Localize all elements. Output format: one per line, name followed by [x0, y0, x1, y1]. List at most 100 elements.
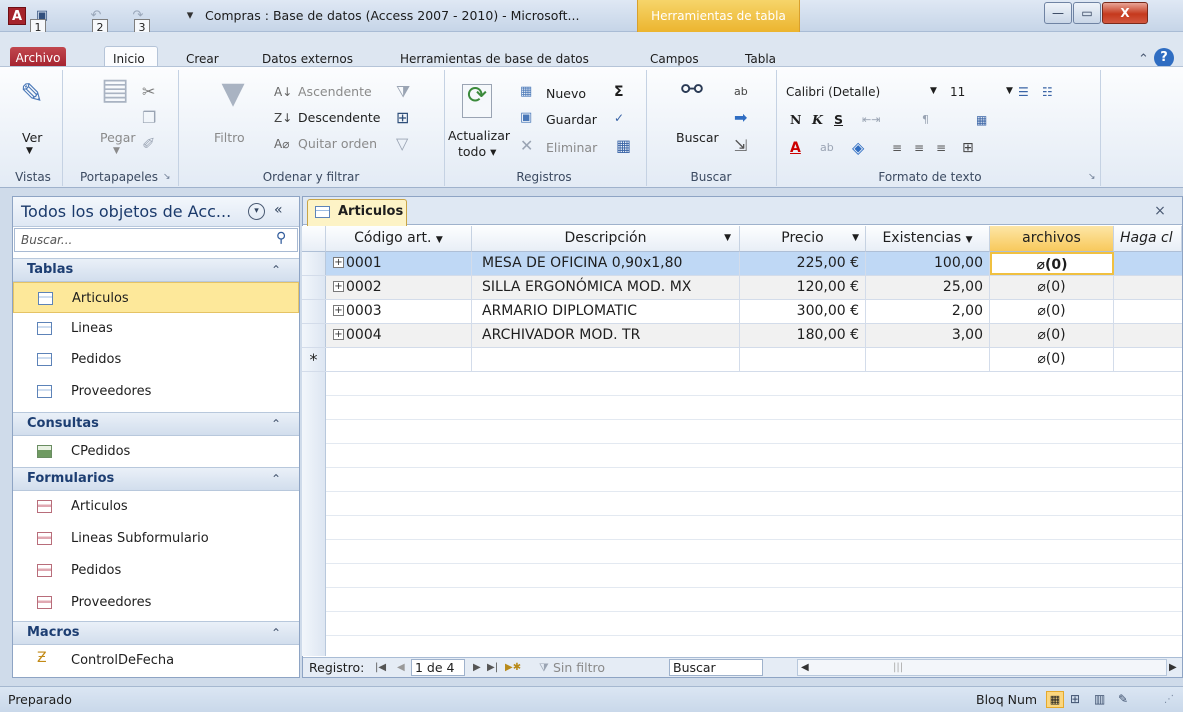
nav-category-macros[interactable]: Macros ⌃ — [13, 621, 299, 645]
next-record-icon[interactable]: ▶ — [473, 658, 481, 677]
fill-color-icon[interactable]: ◈ — [852, 138, 864, 158]
copy-icon[interactable]: ❐ — [142, 108, 156, 128]
customize-qat-icon[interactable]: ▾ — [182, 8, 198, 24]
pivotchart-view-icon[interactable]: ▥ — [1094, 687, 1105, 712]
cell-precio[interactable] — [740, 348, 866, 371]
cell-precio[interactable]: 180,00 € — [740, 324, 866, 347]
sort-descending-icon[interactable]: Z↓ — [274, 108, 292, 128]
cell-codigo[interactable]: 0004 — [336, 324, 472, 347]
paste-icon[interactable]: ▤ — [98, 75, 132, 118]
actualizar-todo-label[interactable]: todo ▾ — [458, 144, 496, 159]
totals-icon[interactable]: Σ — [614, 82, 624, 102]
close-document-icon[interactable]: × — [1150, 201, 1170, 221]
table-row[interactable]: + 0001 MESA DE OFICINA 0,90x1,80 225,00 … — [302, 252, 1182, 276]
nav-category-formularios[interactable]: Formularios ⌃ — [13, 467, 299, 491]
view-icon[interactable]: ✎ — [16, 80, 48, 118]
cell-descripcion[interactable]: MESA DE OFICINA 0,90x1,80 — [472, 252, 740, 275]
column-dropdown-icon[interactable]: ▼ — [966, 235, 973, 245]
cell-precio[interactable]: 300,00 € — [740, 300, 866, 323]
select-icon[interactable]: ⇲ — [734, 136, 747, 156]
nav-item-macro-controldefecha[interactable]: Ƶ ControlDeFecha — [13, 645, 299, 676]
resize-grip-icon[interactable]: ⋰ — [1164, 687, 1174, 712]
font-name-combo[interactable]: Calibri (Detalle) — [782, 82, 898, 104]
alt-row-color-icon[interactable]: ⊞ — [962, 138, 974, 158]
first-record-icon[interactable]: |◀ — [375, 658, 386, 677]
document-tab-articulos[interactable]: Articulos — [307, 199, 407, 226]
eliminar-button[interactable]: Eliminar — [546, 140, 597, 155]
numbering-icon[interactable]: ☷ — [1042, 82, 1053, 102]
save-record-icon[interactable]: ▣ — [520, 108, 532, 128]
quitar-orden-button[interactable]: Quitar orden — [298, 136, 377, 151]
search-icon[interactable]: ⚲ — [276, 230, 286, 246]
cell-precio[interactable]: 120,00 € — [740, 276, 866, 299]
filter-status[interactable]: Sin filtro — [553, 658, 605, 677]
table-row[interactable]: + 0003 ARMARIO DIPLOMATIC 300,00 € 2,00 … — [302, 300, 1182, 324]
cell-descripcion[interactable] — [472, 348, 740, 371]
refresh-icon[interactable]: ⟳ — [462, 83, 492, 118]
font-name-dropdown-icon[interactable]: ▼ — [930, 86, 937, 96]
last-record-icon[interactable]: ▶| — [487, 658, 498, 677]
nuevo-button[interactable]: Nuevo — [546, 86, 586, 101]
cell-precio[interactable]: 225,00 € — [740, 252, 866, 275]
find-binoculars-icon[interactable]: ⚯ — [674, 77, 710, 118]
cut-icon[interactable]: ✂ — [142, 82, 155, 102]
ver-dropdown-icon[interactable]: ▼ — [26, 146, 33, 156]
nav-pane-collapse-icon[interactable]: « — [274, 202, 283, 218]
advanced-filter-icon[interactable]: ⊞ — [396, 108, 409, 128]
tab-inicio[interactable]: Inicio — [113, 52, 145, 66]
cell-existencias[interactable]: 2,00 — [866, 300, 990, 323]
row-selector[interactable] — [302, 300, 326, 323]
gridlines-icon[interactable]: ▦ — [976, 110, 987, 130]
access-app-icon[interactable]: A — [8, 7, 26, 25]
column-header-precio[interactable]: Precio ▼ — [740, 226, 866, 252]
column-header-add-field[interactable]: Haga cl — [1114, 226, 1182, 252]
nav-item-form-proveedores[interactable]: Proveedores — [13, 587, 299, 618]
font-color-icon[interactable]: A — [790, 138, 801, 158]
delete-record-icon[interactable]: ✕ — [520, 136, 533, 156]
cell-descripcion[interactable]: ARCHIVADOR MOD. TR — [472, 324, 740, 347]
scroll-right-icon[interactable]: ▶ — [1169, 658, 1177, 677]
nav-item-form-pedidos[interactable]: Pedidos — [13, 555, 299, 586]
bullets-icon[interactable]: ☰ — [1018, 82, 1029, 102]
cell-existencias[interactable]: 100,00 — [866, 252, 990, 275]
buscar-button-label[interactable]: Buscar — [676, 130, 719, 145]
cell-descripcion[interactable]: SILLA ERGONÓMICA MOD. MX — [472, 276, 740, 299]
align-right-icon[interactable]: ≡ — [936, 138, 946, 158]
cell-archivos[interactable]: ⌀(0) — [990, 324, 1114, 347]
portapapeles-launcher-icon[interactable]: ↘ — [163, 172, 171, 182]
nav-category-tablas[interactable]: Tablas ⌃ — [13, 258, 299, 282]
nav-item-table-articulos[interactable]: Articulos — [13, 282, 299, 313]
cell-codigo[interactable]: 0001 — [336, 252, 472, 275]
row-selector[interactable] — [302, 252, 326, 275]
column-header-codigo[interactable]: Código art. ▼ — [326, 226, 472, 252]
current-record-input[interactable]: 1 de 4 — [411, 659, 465, 676]
cell-descripcion[interactable]: ARMARIO DIPLOMATIC — [472, 300, 740, 323]
column-header-descripcion[interactable]: Descripción ▼ — [472, 226, 740, 252]
clear-sort-icon[interactable]: A⌀ — [274, 134, 289, 154]
guardar-button[interactable]: Guardar — [546, 112, 597, 127]
pegar-dropdown-icon[interactable]: ▼ — [113, 146, 120, 156]
datasheet-view-icon[interactable]: ▦ — [1046, 691, 1064, 708]
align-center-icon[interactable]: ≡ — [914, 138, 924, 158]
scroll-thumb-grip-icon[interactable]: ||| — [893, 658, 903, 677]
cell-codigo[interactable] — [326, 348, 472, 371]
rtl-icon[interactable]: ¶ — [922, 110, 929, 130]
goto-icon[interactable]: ➡ — [734, 108, 747, 128]
descendente-button[interactable]: Descendente — [298, 110, 380, 125]
horizontal-scrollbar[interactable] — [797, 659, 1167, 676]
nav-item-table-lineas[interactable]: Lineas — [13, 313, 299, 344]
pegar-button-label[interactable]: Pegar — [100, 130, 136, 145]
cell-existencias[interactable]: 25,00 — [866, 276, 990, 299]
cell-archivos[interactable]: ⌀(0) — [990, 348, 1114, 371]
cell-codigo[interactable]: 0003 — [336, 300, 472, 323]
cell-archivos[interactable]: ⌀(0) — [990, 276, 1114, 299]
nav-item-form-articulos[interactable]: Articulos — [13, 491, 299, 522]
font-size-dropdown-icon[interactable]: ▼ — [1006, 86, 1013, 96]
underline-button[interactable]: S — [834, 112, 843, 127]
tab-crear[interactable]: Crear — [186, 52, 219, 66]
column-dropdown-icon[interactable]: ▼ — [436, 235, 443, 245]
table-row[interactable]: + 0002 SILLA ERGONÓMICA MOD. MX 120,00 €… — [302, 276, 1182, 300]
new-record-row[interactable]: * ⌀(0) — [302, 348, 1182, 372]
spelling-icon[interactable]: ✓ — [614, 108, 624, 128]
row-selector[interactable] — [302, 276, 326, 299]
